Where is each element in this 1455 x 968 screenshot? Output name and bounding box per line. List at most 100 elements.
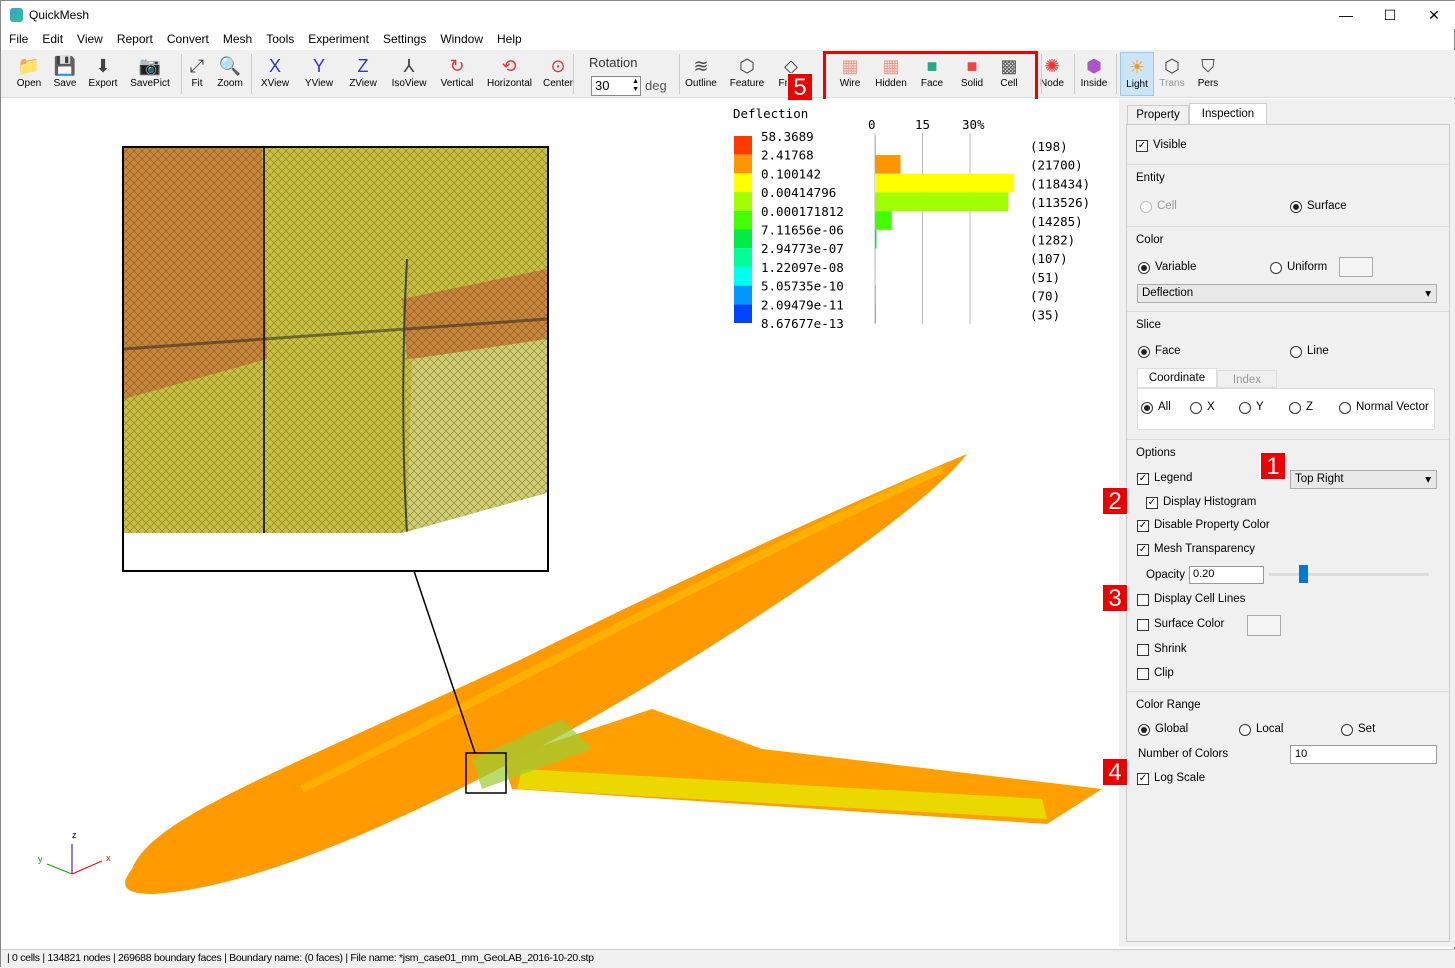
disable-property-color-checkbox[interactable]: ✓ [1137,520,1149,532]
menu-help[interactable]: Help [497,29,522,49]
button-label: Horizontal [487,78,533,89]
opacity-slider-thumb[interactable] [1299,565,1308,583]
menu-view[interactable]: View [77,29,103,49]
isoview-button[interactable]: ⅄ IsoView [387,52,431,96]
log-scale-checkbox[interactable]: ✓ [1137,773,1149,785]
feature-button[interactable]: ⬡ Feature [725,52,769,96]
opacity-input[interactable]: 0.20 [1189,566,1264,584]
color-variable-radio[interactable] [1138,262,1150,274]
menu-tools[interactable]: Tools [266,29,294,49]
close-button[interactable]: ✕ [1412,3,1455,27]
rotation-input[interactable]: 30 ▲ ▼ [591,76,641,96]
range-local-label: Local [1256,723,1284,735]
range-global-label: Global [1155,723,1189,735]
axis-y-label: y [38,854,43,864]
download-icon: ⬇ [95,56,111,76]
range-local-radio[interactable] [1239,724,1251,736]
variable-select[interactable]: Deflection [1137,284,1437,303]
num-colors-input[interactable]: 10 [1290,745,1437,764]
entity-cell-label: Cell [1157,200,1177,212]
horizontal-button[interactable]: ⟲ Horizontal [487,52,533,96]
slice-all-radio[interactable] [1141,402,1153,414]
tab-property[interactable]: Property [1127,105,1189,125]
axes-triad: z x y [38,830,111,875]
menu-report[interactable]: Report [117,29,153,49]
menu-window[interactable]: Window [440,29,483,49]
shrink-label: Shrink [1154,643,1187,655]
vertical-button[interactable]: ↻ Vertical [435,52,479,96]
legend-position-select[interactable]: Top Right [1290,470,1437,489]
histogram-bar [875,229,877,249]
legend-checkbox[interactable]: ✓ [1137,473,1149,485]
slice-normal-radio[interactable] [1339,402,1351,414]
menu-experiment[interactable]: Experiment [308,29,369,49]
histogram-checkbox[interactable]: ✓ [1146,497,1158,509]
color-uniform-radio[interactable] [1270,262,1282,274]
zview-button[interactable]: Z ZView [341,52,385,96]
slice-z-radio[interactable] [1289,402,1301,414]
rotation-value: 30 [595,78,610,93]
iso-axis-icon: ⅄ [403,56,415,76]
legend-value: 58.3689 [761,129,814,144]
color-range-heading: Color Range [1136,699,1201,711]
y-axis-icon: Y [312,56,325,76]
minimize-button[interactable]: — [1324,3,1368,27]
legend-value: 0.00414796 [761,185,836,200]
xview-button[interactable]: X XView [253,52,297,96]
shrink-checkbox[interactable] [1137,644,1149,656]
toolbar-separator [1116,54,1117,94]
slice-x-label: X [1207,401,1215,413]
uniform-color-swatch[interactable] [1339,257,1373,277]
entity-surface-radio[interactable] [1290,201,1302,213]
log-scale-label: Log Scale [1154,772,1206,784]
menu-mesh[interactable]: Mesh [223,29,252,49]
tab-inspection[interactable]: Inspection [1189,103,1267,125]
menu-edit[interactable]: Edit [42,29,63,49]
savepict-button[interactable]: 📷 SavePict [128,52,172,96]
slice-x-radio[interactable] [1190,402,1202,414]
surface-color-swatch[interactable] [1247,615,1281,636]
menu-file[interactable]: File [9,29,28,49]
display-cell-lines-checkbox[interactable] [1137,594,1149,606]
histogram-count: (107) [1030,251,1068,266]
clip-checkbox[interactable] [1137,668,1149,680]
inspection-panel: Property Inspection ✓ Visible Entity Cell Su… [1119,99,1455,947]
subtab-index[interactable]: Index [1217,370,1277,388]
3d-viewport[interactable]: z x y Deflection 58.3689 2.41768 0.100142 0… [2,99,1117,947]
pers-button[interactable]: ⛉ Pers [1186,52,1230,96]
inside-button[interactable]: ⬢ Inside [1072,52,1116,96]
histogram-bar [875,211,892,230]
surface-color-checkbox[interactable] [1137,619,1149,631]
toolbar-separator [1074,54,1075,94]
outline-button[interactable]: ≋ Outline [679,52,723,96]
light-button[interactable]: ☀ Light [1120,52,1154,96]
color-heading: Color [1136,234,1164,246]
range-set-radio[interactable] [1341,724,1353,736]
slice-line-radio[interactable] [1290,346,1302,358]
yview-button[interactable]: Y YView [297,52,341,96]
tab-content [1126,124,1450,942]
range-global-radio[interactable] [1138,724,1150,736]
histogram-tick: 0 [868,117,876,132]
mesh-transparency-checkbox[interactable]: ✓ [1137,544,1149,556]
visible-checkbox[interactable]: ✓ [1136,140,1148,152]
histogram-label: Display Histogram [1163,496,1257,508]
zoom-button[interactable]: 🔍 Zoom [208,52,252,96]
slice-normal-label: Normal Vector [1356,401,1429,413]
button-label: Feature [729,78,765,89]
status-bar: | 0 cells | 134821 nodes | 269688 bounda… [1,949,1455,968]
axis-z-label: z [72,830,77,840]
histogram-count: (113526) [1030,195,1090,210]
menu-settings[interactable]: Settings [383,29,426,49]
histogram-count: (198) [1030,139,1068,154]
toolbar-separator [679,54,680,94]
slice-y-radio[interactable] [1239,402,1251,414]
subtab-coordinate[interactable]: Coordinate [1137,368,1217,388]
maximize-button[interactable]: ☐ [1368,3,1412,27]
callout-marker-3: 3 [1102,584,1128,612]
mesh-transparency-label: Mesh Transparency [1154,543,1255,555]
spin-arrows-icon[interactable]: ▲ ▼ [632,78,639,94]
export-button[interactable]: ⬇ Export [81,52,125,96]
slice-face-radio[interactable] [1138,346,1150,358]
menu-convert[interactable]: Convert [167,29,209,49]
